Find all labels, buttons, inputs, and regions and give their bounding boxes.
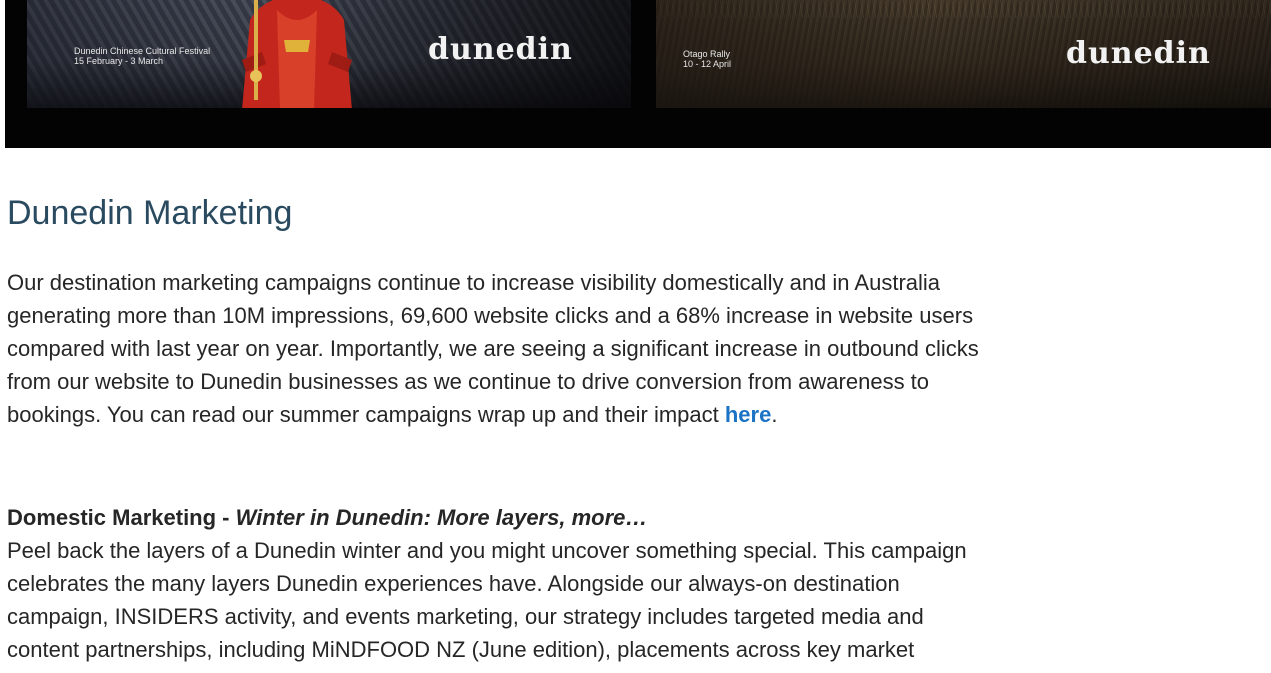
paragraph-line: celebrates the many layers Dunedin exper… <box>7 571 900 596</box>
page: Dunedin Chinese Cultural Festival 15 Feb… <box>0 0 1271 673</box>
rally-caption: Otago Rally 10 - 12 April <box>683 49 731 69</box>
domestic-marketing-paragraph: Domestic Marketing - Winter in Dunedin: … <box>7 501 1271 666</box>
banner-panel-cultural-festival[interactable]: Dunedin Chinese Cultural Festival 15 Feb… <box>27 0 631 108</box>
festival-dates: 15 February - 3 March <box>74 56 164 66</box>
subsection-title-italic: Winter in Dunedin: More layers, more… <box>235 505 648 530</box>
paragraph-line: Our destination marketing campaigns cont… <box>7 270 941 295</box>
paragraph-line: compared with last year on year. Importa… <box>7 336 979 361</box>
paragraph-line: content partnerships, including MiNDFOOD… <box>7 637 915 662</box>
paragraph-line: from our website to Dunedin businesses a… <box>7 369 930 394</box>
event-banner: Dunedin Chinese Cultural Festival 15 Feb… <box>5 0 1271 148</box>
paragraph-line: generating more than 10M impressions, 69… <box>7 303 974 328</box>
intro-paragraph: Our destination marketing campaigns cont… <box>7 266 1271 431</box>
banner-panel-otago-rally[interactable]: Otago Rally 10 - 12 April dunedin <box>656 0 1271 108</box>
paragraph-line: campaign, INSIDERS activity, and events … <box>7 604 924 629</box>
rally-name: Otago Rally <box>683 49 731 59</box>
subsection-title: Domestic Marketing - Winter in Dunedin: … <box>7 501 1271 534</box>
rally-dates: 10 - 12 April <box>683 59 732 69</box>
paragraph-line-with-link: bookings. You can read our summer campai… <box>7 398 1271 431</box>
paragraph-text: . <box>771 402 778 427</box>
dunedin-logo: dunedin <box>1066 36 1211 71</box>
paragraph-text: bookings. You can read our summer campai… <box>7 402 725 427</box>
subsection-title-bold: Domestic Marketing - <box>7 505 236 530</box>
dunedin-logo: dunedin <box>428 32 573 67</box>
festival-name: Dunedin Chinese Cultural Festival <box>74 46 211 56</box>
section-heading: Dunedin Marketing <box>7 194 293 232</box>
festival-caption: Dunedin Chinese Cultural Festival 15 Feb… <box>74 46 210 66</box>
festival-performer-figure <box>242 0 352 108</box>
campaign-wrap-up-link[interactable]: here <box>725 402 771 427</box>
paragraph-line: Peel back the layers of a Dunedin winter… <box>7 538 967 563</box>
